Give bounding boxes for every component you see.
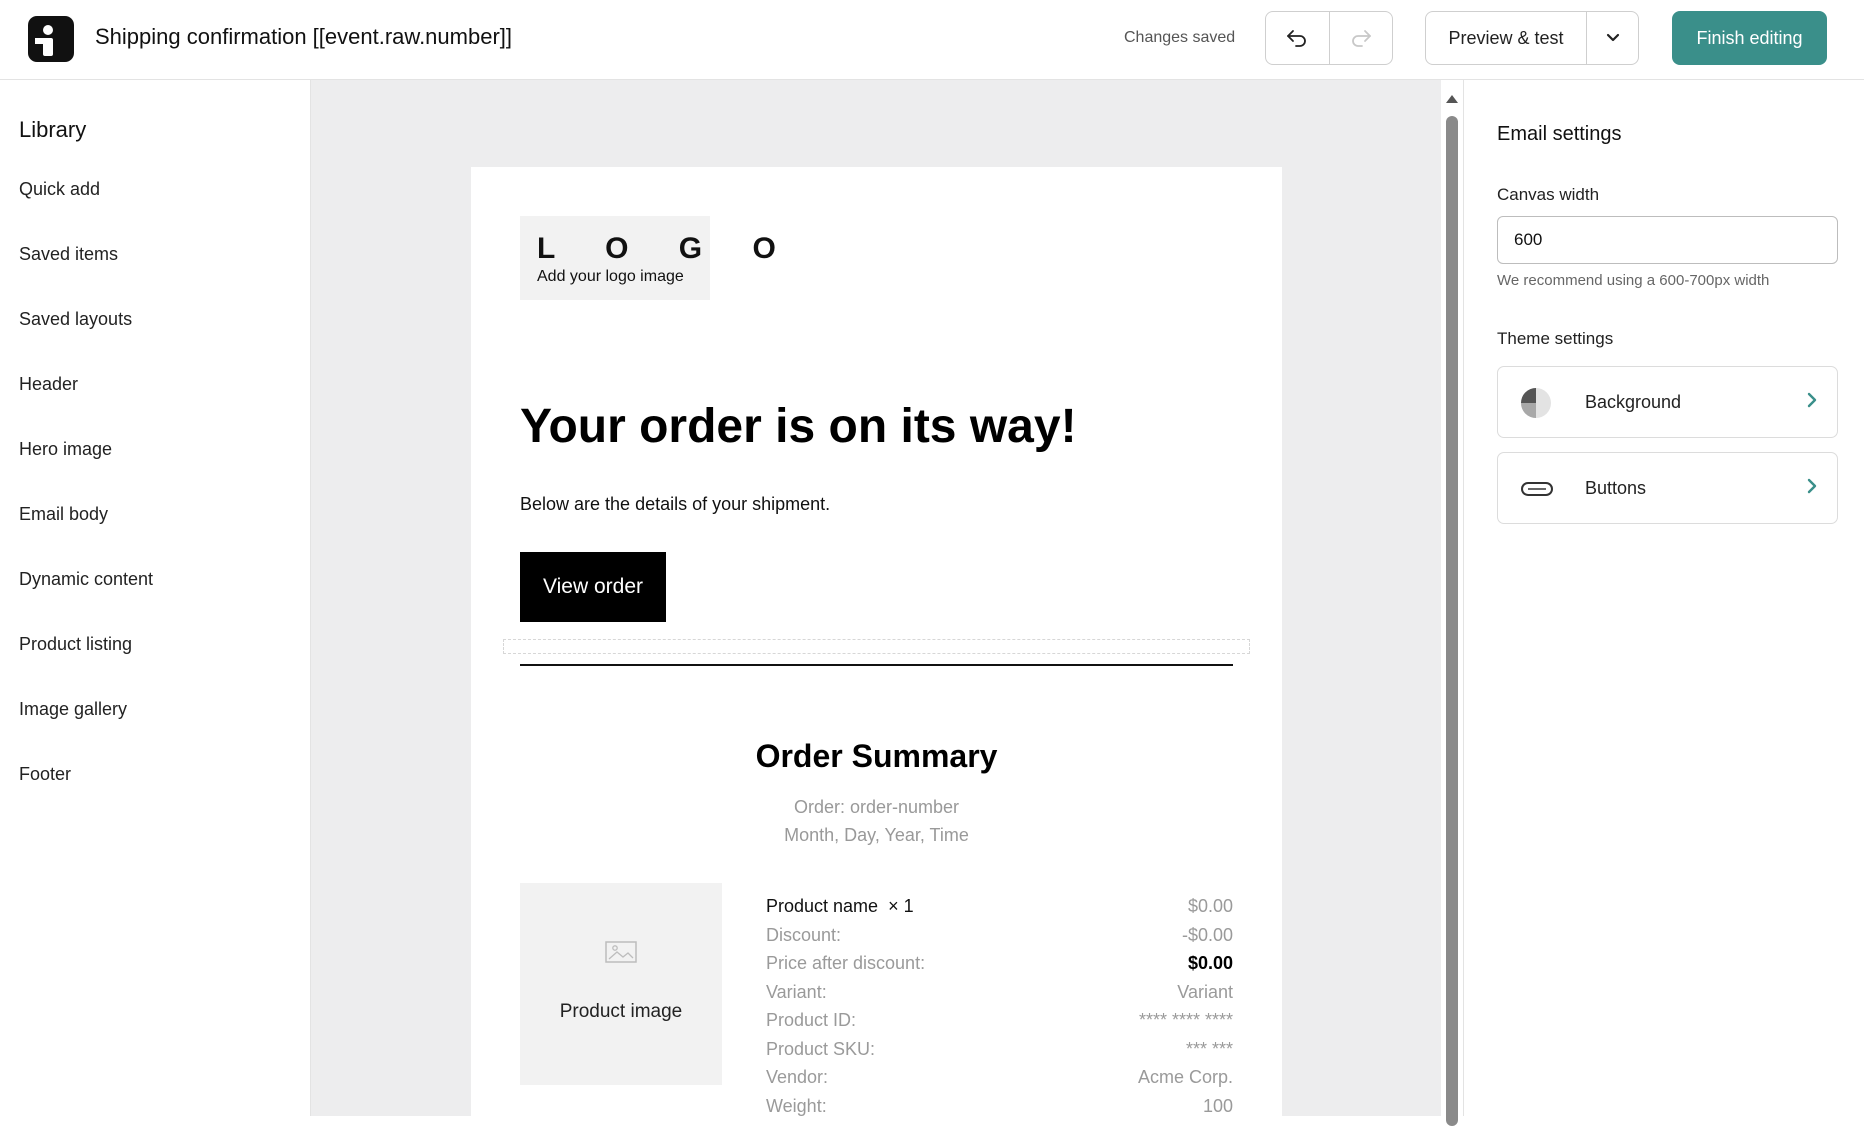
product-quantity: × 1 — [888, 896, 914, 916]
image-icon — [605, 941, 637, 963]
theme-buttons-label: Buttons — [1585, 478, 1647, 498]
detail-value: Acme Corp. — [1137, 1067, 1233, 1087]
logo-hint: Add your logo image — [537, 268, 684, 285]
product-name: Product name — [766, 896, 879, 916]
library-item-image-gallery[interactable]: Image gallery — [19, 699, 153, 764]
document-title: Shipping confirmation [[event.raw.number… — [95, 24, 513, 49]
logo-placeholder-text: L O G O — [537, 232, 797, 265]
email-intro-text[interactable]: Below are the details of your shipment. — [520, 494, 830, 515]
divider-line[interactable] — [520, 664, 1233, 666]
theme-settings-label: Theme settings — [1497, 329, 1614, 348]
library-item-quick-add[interactable]: Quick add — [19, 179, 153, 244]
save-status: Changes saved — [1124, 29, 1236, 46]
detail-value: $0.00 — [1187, 953, 1233, 973]
library-item-footer[interactable]: Footer — [19, 764, 153, 829]
library-item-saved-items[interactable]: Saved items — [19, 244, 153, 309]
detail-value: -$0.00 — [1181, 924, 1233, 945]
canvas-width-input[interactable] — [1497, 216, 1838, 264]
detail-label: Product SKU: — [766, 1038, 876, 1059]
email-canvas: L O G O Add your logo image Your order i… — [311, 80, 1441, 1116]
chevron-down-icon — [1606, 33, 1619, 42]
settings-title: Email settings — [1497, 123, 1622, 145]
library-item-product-listing[interactable]: Product listing — [19, 634, 153, 699]
detail-row-weight: Weight: 100 — [766, 1095, 1233, 1117]
undo-icon — [1287, 30, 1307, 47]
detail-row-price-after-discount: Price after discount: $0.00 — [766, 952, 1233, 981]
product-details[interactable]: Product name × 1 $0.00 Discount: -$0.00 P… — [766, 895, 1233, 1116]
detail-label: Weight: — [766, 1095, 827, 1116]
detail-row-variant: Variant: Variant — [766, 981, 1233, 1010]
library-item-header[interactable]: Header — [19, 374, 153, 439]
view-order-button[interactable]: View order — [520, 552, 666, 622]
settings-panel: Email settings Canvas width We recommend… — [1463, 80, 1864, 1116]
detail-label: Discount: — [766, 924, 842, 945]
product-image-placeholder[interactable]: Product image — [520, 883, 722, 1085]
library-item-saved-layouts[interactable]: Saved layouts — [19, 309, 153, 374]
detail-label: Vendor: — [766, 1067, 829, 1087]
preview-dropdown-button[interactable] — [1586, 12, 1638, 64]
redo-icon — [1351, 30, 1371, 47]
library-panel: Library Quick add Saved items Saved layo… — [0, 80, 311, 1116]
library-list: Quick add Saved items Saved layouts Head… — [19, 179, 153, 829]
detail-row-product-id: Product ID: **** **** **** — [766, 1009, 1233, 1038]
detail-label: Product ID: — [766, 1010, 857, 1030]
detail-value: 100 — [1202, 1095, 1233, 1116]
detail-label: Variant: — [766, 981, 827, 1002]
theme-background-label: Background — [1585, 392, 1682, 412]
detail-value: *** *** — [1185, 1038, 1233, 1059]
theme-background-card[interactable]: Background — [1497, 366, 1838, 438]
detail-value: **** **** **** — [1138, 1010, 1233, 1030]
order-number-text: Order: order-number — [793, 797, 960, 817]
spacer-block[interactable] — [503, 639, 1250, 654]
buttons-icon — [1521, 482, 1553, 496]
email-preview: L O G O Add your logo image Your order i… — [471, 167, 1282, 1116]
undo-button[interactable] — [1266, 12, 1329, 64]
undo-redo-group — [1265, 11, 1393, 65]
scrollbar-thumb[interactable] — [1446, 116, 1458, 1126]
logo-block[interactable]: L O G O Add your logo image — [520, 216, 776, 300]
preview-group: Preview & test — [1425, 11, 1639, 65]
product-name-cell: Product name × 1 — [766, 895, 914, 917]
detail-value: Variant — [1177, 981, 1233, 1002]
email-headline[interactable]: Your order is on its way! — [520, 399, 1077, 454]
scroll-up-arrow-icon[interactable] — [1446, 95, 1458, 103]
library-item-hero-image[interactable]: Hero image — [19, 439, 153, 504]
top-bar: Shipping confirmation [[event.raw.number… — [0, 0, 1864, 80]
preview-test-button[interactable]: Preview & test — [1426, 12, 1586, 64]
detail-row-vendor: Vendor: Acme Corp. — [766, 1066, 1233, 1095]
product-price: $0.00 — [1187, 896, 1233, 916]
theme-buttons-card[interactable]: Buttons — [1497, 452, 1838, 524]
chevron-right-icon — [1807, 392, 1817, 408]
canvas-width-hint: We recommend using a 600-700px width — [1497, 272, 1770, 289]
redo-button[interactable] — [1328, 12, 1393, 64]
library-item-dynamic-content[interactable]: Dynamic content — [19, 569, 153, 634]
detail-row-discount: Discount: -$0.00 — [766, 924, 1233, 953]
order-summary-title[interactable]: Order Summary — [471, 738, 1282, 775]
product-name-row: Product name × 1 $0.00 — [766, 895, 1233, 924]
background-icon — [1521, 388, 1551, 418]
detail-label: Price after discount: — [766, 953, 926, 973]
canvas-scrollbar[interactable] — [1441, 80, 1463, 1126]
chevron-right-icon — [1807, 478, 1817, 494]
library-item-email-body[interactable]: Email body — [19, 504, 153, 569]
canvas-width-label: Canvas width — [1497, 185, 1600, 204]
finish-editing-button[interactable]: Finish editing — [1672, 11, 1827, 65]
detail-row-product-sku: Product SKU: *** *** — [766, 1038, 1233, 1067]
order-date-text: Month, Day, Year, Time — [784, 825, 969, 845]
library-title: Library — [19, 117, 87, 142]
product-image-label: Product image — [559, 1001, 683, 1022]
app-logo-icon[interactable] — [28, 16, 74, 62]
